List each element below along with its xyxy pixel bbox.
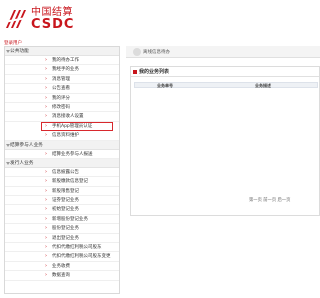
sidebar-item-info-maintenance[interactable]: › 信息资料维护 xyxy=(5,131,119,141)
sidebar-item-dividend-tax-change[interactable]: › 代扣代缴红利税公司股东变更 xyxy=(5,252,119,262)
arrow-icon: › xyxy=(45,234,47,241)
arrow-icon: › xyxy=(45,197,47,204)
arrow-icon: › xyxy=(45,178,47,185)
sidebar-item-label: 我的评分 xyxy=(52,95,70,101)
brand-name-en: CSDC xyxy=(31,17,75,32)
arrow-icon: › xyxy=(45,113,47,120)
sidebar-item-label: 业务收费 xyxy=(52,263,70,269)
sidebar-item-my-rating[interactable]: › 我的评分 xyxy=(5,94,119,103)
section-issuer-business[interactable]: 发行人业务 xyxy=(5,158,119,168)
status-icon xyxy=(133,48,141,56)
arrow-icon: › xyxy=(45,57,47,63)
panel-title-text: 我的业务列表 xyxy=(139,69,170,75)
sidebar-menu: 公共功能 › 我的待办工作 › 我经手的业务 › 消息管理 › 公告查看 › 我的评分 ›… xyxy=(4,46,120,294)
collapse-triangle-icon xyxy=(6,50,10,53)
sidebar-item-new-share-lockup[interactable]: › 新股限售登记 xyxy=(5,187,119,197)
sidebar-item-change-password[interactable]: › 修改密码 xyxy=(5,103,119,113)
arrow-icon: › xyxy=(45,187,47,194)
arrow-icon: › xyxy=(45,215,47,222)
arrow-icon: › xyxy=(45,150,47,157)
arrow-icon: › xyxy=(45,206,47,213)
arrow-icon: › xyxy=(45,75,47,82)
sidebar-item-dividend-tax[interactable]: › 代扣代缴红利税公司股东 xyxy=(5,243,119,253)
sidebar-item-label: 公告查看 xyxy=(52,86,70,92)
sidebar-item-label: 消息管理 xyxy=(52,76,70,82)
pagination[interactable]: 第一页 前一页 后一页 xyxy=(249,197,290,203)
collapse-triangle-icon xyxy=(6,143,10,147)
sidebar-item-label: 信息披露公告 xyxy=(52,169,79,175)
sidebar-item-label: 我经手的业务 xyxy=(52,67,79,73)
section-public-functions[interactable]: 公共功能 xyxy=(5,47,119,56)
arrow-icon: › xyxy=(45,66,47,73)
sidebar-item-business-fees[interactable]: › 业务收费 xyxy=(5,262,119,272)
top-toolbar: 离线信息待办 xyxy=(126,46,320,58)
arrow-icon: › xyxy=(45,132,47,139)
sidebar-item-share-registration[interactable]: › 股份登记业务 xyxy=(5,224,119,234)
sidebar-item-settlement-report[interactable]: › 结算业务参与人报送 xyxy=(5,150,119,159)
collapse-triangle-icon xyxy=(6,161,10,165)
arrow-icon: › xyxy=(45,122,47,129)
arrow-icon: › xyxy=(45,85,47,92)
sidebar-item-mobile-app-admin-auth[interactable]: › 手机App管理员认证 xyxy=(41,121,113,132)
table-header: 业务单号 业务描述 xyxy=(134,82,318,88)
sidebar-item-my-todo[interactable]: › 我的待办工作 xyxy=(5,56,119,66)
arrow-icon: › xyxy=(45,103,47,110)
sidebar-item-label: 修改密码 xyxy=(52,104,70,110)
sidebar-item-message-management[interactable]: › 消息管理 xyxy=(5,75,119,85)
sidebar-item-my-handled[interactable]: › 我经手的业务 xyxy=(5,65,119,75)
sidebar-item-label: 证券登记业务 xyxy=(52,198,79,204)
arrow-icon: › xyxy=(45,94,47,101)
section-title: 发行人业务 xyxy=(10,160,34,166)
arrow-icon: › xyxy=(45,272,47,279)
sidebar-item-securities-registration[interactable]: › 证券登记业务 xyxy=(5,196,119,206)
sidebar-item-label: 退出登记业务 xyxy=(52,235,79,241)
sidebar-item-label: 信息资料维护 xyxy=(52,133,79,139)
column-header-id: 业务单号 xyxy=(157,83,173,88)
sidebar-item-label: 消息接收人设置 xyxy=(52,114,84,120)
sidebar-item-label: 新股缴款信息登记 xyxy=(52,179,88,185)
list-icon xyxy=(133,70,137,74)
sidebar-item-label: 代扣代缴红利税公司股东 xyxy=(52,245,102,251)
sidebar-item-label: 结算业务参与人报送 xyxy=(52,151,93,157)
sidebar-item-label: 代扣代缴红利税公司股东变更 xyxy=(52,254,111,260)
csdc-logo-icon xyxy=(4,10,26,28)
section-settlement-participant[interactable]: 结算参与人业务 xyxy=(5,140,119,150)
sidebar-item-data-query[interactable]: › 数据查询 xyxy=(5,271,119,281)
business-list-panel: 我的业务列表 业务单号 业务描述 第一页 前一页 后一页 xyxy=(130,66,320,216)
sidebar-item-new-share-payment[interactable]: › 新股缴款信息登记 xyxy=(5,177,119,187)
arrow-icon: › xyxy=(45,225,47,232)
sidebar-item-added-share-registration[interactable]: › 新增股份登记业务 xyxy=(5,215,119,225)
header: 中国结算 CSDC xyxy=(0,0,320,38)
sidebar-item-exit-registration[interactable]: › 退出登记业务 xyxy=(5,234,119,244)
panel-title: 我的业务列表 xyxy=(131,67,319,77)
sidebar-item-announcement-view[interactable]: › 公告查看 xyxy=(5,84,119,94)
arrow-icon: › xyxy=(45,253,47,260)
section-title: 公共功能 xyxy=(10,49,29,54)
sidebar-item-label: 我的待办工作 xyxy=(52,58,79,63)
section-title: 结算参与人业务 xyxy=(10,142,43,148)
sidebar-item-initial-registration[interactable]: › 初始登记业务 xyxy=(5,205,119,215)
sidebar-item-label: 数据查询 xyxy=(52,273,70,279)
sidebar-item-label: 股份登记业务 xyxy=(52,226,79,232)
toolbar-link[interactable]: 离线信息待办 xyxy=(143,49,170,55)
sidebar-item-message-recipient-settings[interactable]: › 消息接收人设置 xyxy=(5,112,119,122)
sidebar-item-label: 新增股份登记业务 xyxy=(52,216,88,222)
arrow-icon: › xyxy=(45,244,47,251)
main-panel: 离线信息待办 我的业务列表 业务单号 业务描述 第一页 前一页 后一页 xyxy=(126,46,320,294)
sidebar-item-disclosure-notice[interactable]: › 信息披露公告 xyxy=(5,168,119,178)
sidebar-item-label: 初始登记业务 xyxy=(52,207,79,213)
column-header-desc: 业务描述 xyxy=(255,83,271,88)
sidebar-item-label: 手机App管理员认证 xyxy=(52,123,93,129)
sidebar-item-label: 新股限售登记 xyxy=(52,188,79,194)
arrow-icon: › xyxy=(45,262,47,269)
arrow-icon: › xyxy=(45,168,47,175)
